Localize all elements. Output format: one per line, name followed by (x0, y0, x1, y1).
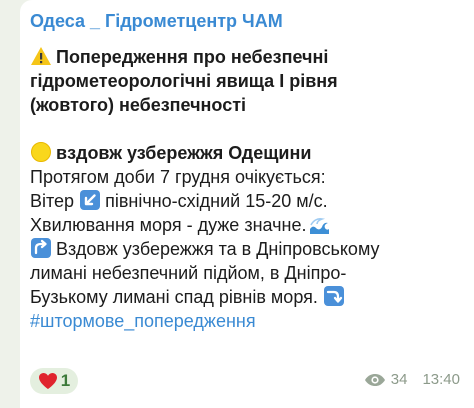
reaction-count: 1 (60, 371, 71, 390)
hashtag-link[interactable]: #штормове_попередження (30, 309, 464, 333)
forecast-line: Протягом доби 7 грудня очікується: (30, 167, 326, 187)
message-time: 13:40 (422, 371, 460, 388)
message-meta: 34 13:40 (364, 371, 460, 388)
warning-title: Попередження про небезпечні гідрометеоро… (30, 45, 464, 117)
water-wave-icon (308, 213, 330, 235)
warning-icon (30, 45, 52, 67)
title-line-2: гідрометеорологічні явища І рівня (30, 71, 338, 91)
heart-icon (38, 372, 58, 390)
right-down-arrow-icon (323, 285, 345, 307)
message-footer: 1 34 13:40 (30, 368, 464, 394)
coast-line-3: Бузькому лимані спад рівнів моря. (30, 287, 318, 307)
sea-text: Хвилювання моря - дуже значне. (30, 215, 307, 235)
message-bubble: Одеса _ Гідрометцентр ЧАМ Попередження п… (20, 0, 474, 408)
yellow-circle-icon (30, 141, 52, 163)
channel-name[interactable]: Одеса _ Гідрометцентр ЧАМ (30, 10, 464, 34)
down-left-arrow-icon (79, 189, 101, 211)
region-label: вздовж узбережжя Одещини (56, 143, 312, 163)
eye-icon (364, 373, 386, 387)
coast-line-2: лимані небезпечний підйом, в Дніпро- (30, 263, 347, 283)
views-count: 34 (390, 371, 408, 388)
wind-description: північно-східний 15-20 м/с. (105, 191, 328, 211)
coast-block: Вздовж узбережжя та в Дніпровському лима… (30, 237, 464, 309)
heart-reaction-button[interactable]: 1 (30, 368, 78, 394)
wind-prefix: Вітер (30, 191, 75, 211)
title-line-1: Попередження про небезпечні (56, 47, 329, 67)
up-right-arrow-icon (30, 237, 52, 259)
coast-line-1: Вздовж узбережжя та в Дніпровському (56, 239, 380, 259)
title-line-3: (жовтого) небезпечності (30, 95, 247, 115)
region-block: вздовж узбережжя Одещини Протягом доби 7… (30, 141, 464, 237)
